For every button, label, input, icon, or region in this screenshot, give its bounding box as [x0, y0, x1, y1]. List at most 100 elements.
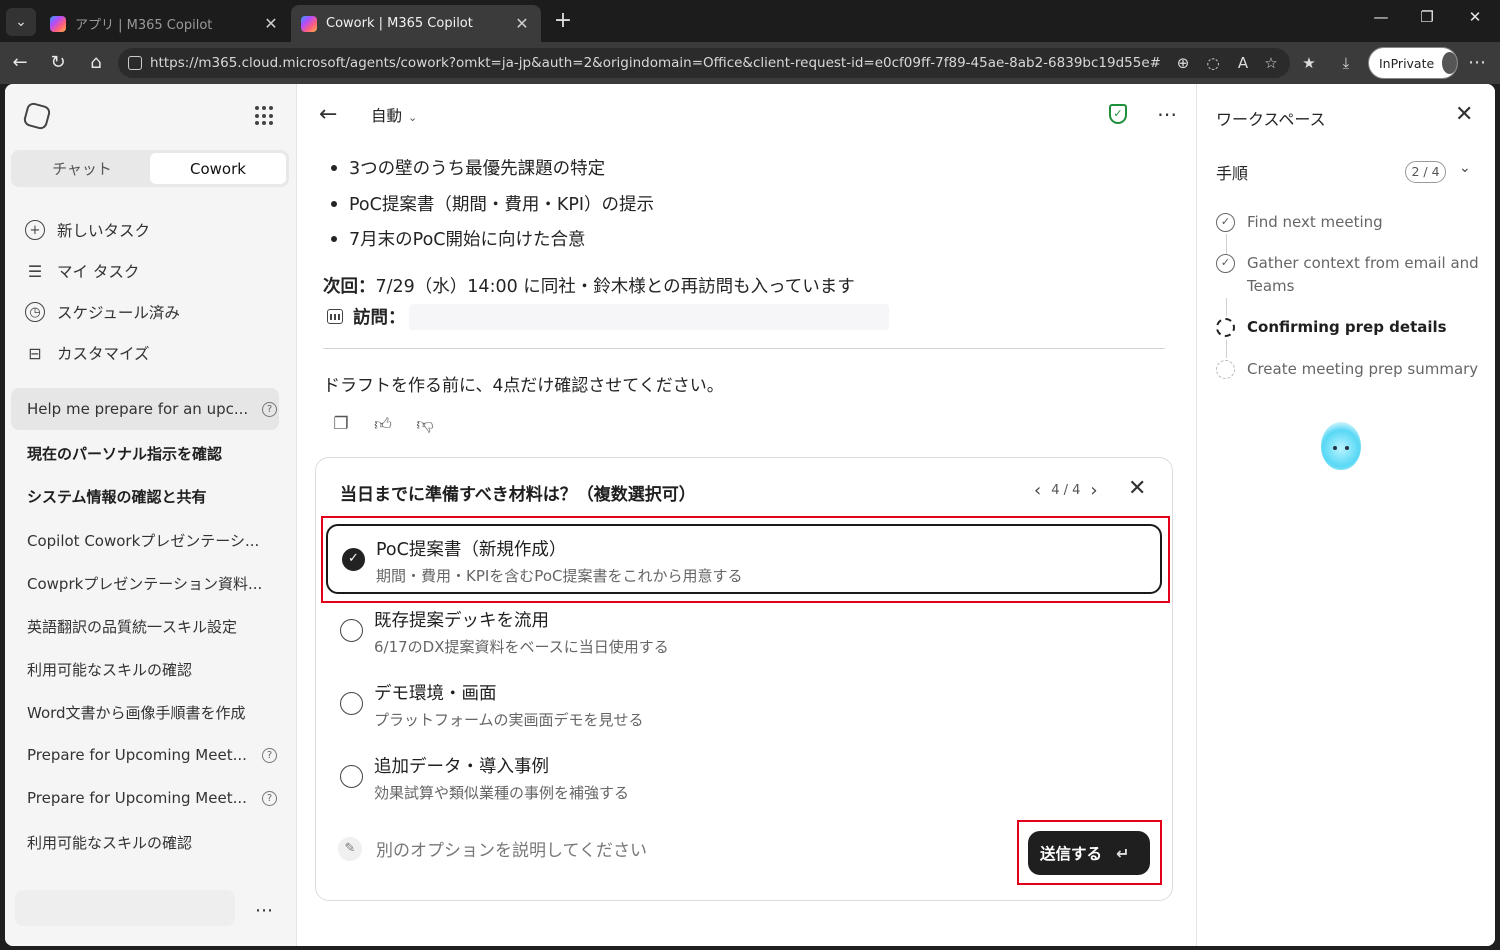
inprivate-label: InPrivate: [1379, 55, 1435, 71]
plus-circle-icon: +: [25, 220, 45, 240]
favorite-star-icon[interactable]: ☆: [1260, 52, 1282, 74]
radio-icon[interactable]: [340, 765, 363, 788]
browser-more-icon[interactable]: ⋯: [1468, 52, 1486, 73]
option-desc: プラットフォームの実画面デモを見せる: [374, 711, 644, 729]
nav-new-task[interactable]: + 新しいタスク: [25, 218, 150, 242]
step-item: ✓ Find next meeting: [1216, 211, 1486, 234]
next-visit-text: 7/29（水）14:00 に同社・鈴木様との再訪問も入っています: [375, 277, 855, 297]
history-item[interactable]: Word文書から画像手順書を作成: [27, 702, 277, 723]
visit-label: 訪問：: [353, 308, 406, 328]
step-connector: [1226, 298, 1227, 316]
tab-title: Cowork | M365 Copilot: [326, 16, 473, 31]
option-additional-data[interactable]: 追加データ・導入事例 効果試算や類似業種の事例を補強する: [326, 743, 1162, 813]
radio-icon[interactable]: [340, 619, 363, 642]
toolbox-icon: ⊟: [28, 343, 42, 363]
thumbs-up-icon[interactable]: 👍︎: [373, 414, 393, 435]
back-icon[interactable]: ←: [8, 52, 32, 74]
mode-chat-tab[interactable]: チャット: [14, 153, 150, 184]
url-text: https://m365.cloud.microsoft/agents/cowo…: [150, 55, 1160, 71]
nav-label: カスタマイズ: [57, 345, 150, 363]
nav-customize[interactable]: ⊟ カスタマイズ: [25, 341, 150, 365]
nav-my-tasks[interactable]: ☰ マイ タスク: [25, 259, 140, 283]
history-item[interactable]: 現在のパーソナル指示を確認: [27, 443, 277, 464]
history-item[interactable]: Prepare for Upcoming Meet... ?: [27, 746, 277, 764]
restore-window-icon[interactable]: ❐: [1412, 8, 1442, 26]
option-title: デモ環境・画面: [374, 684, 497, 704]
history-item[interactable]: Cowprkプレゼンテーション資料...: [27, 573, 277, 594]
copy-icon[interactable]: ❐: [331, 414, 351, 435]
zoom-icon[interactable]: ⊕: [1172, 52, 1194, 74]
history-item[interactable]: Prepare for Upcoming Meet... ?: [27, 789, 277, 807]
pencil-icon: ✎: [338, 836, 362, 861]
radio-icon[interactable]: [340, 692, 363, 715]
home-icon[interactable]: ⌂: [84, 52, 108, 74]
history-item[interactable]: Copilot Coworkプレゼンテーシ...: [27, 530, 277, 551]
tracking-prevention-icon[interactable]: ◌: [1202, 52, 1224, 74]
mode-dropdown[interactable]: 自動 ⌄: [371, 104, 417, 126]
refresh-icon[interactable]: ↻: [46, 52, 70, 74]
pending-circle-icon: [1216, 360, 1235, 379]
chevron-down-icon: ⌄: [408, 111, 418, 124]
other-option-placeholder: 別のオプションを説明してください: [376, 841, 647, 861]
option-desc: 6/17のDX提案資料をベースに当日使用する: [374, 638, 669, 656]
copilot-favicon-icon: [301, 15, 317, 32]
new-tab-plus-icon[interactable]: +: [550, 8, 576, 33]
step-item: Create meeting prep summary: [1216, 358, 1486, 381]
option-existing-deck[interactable]: 既存提案デッキを流用 6/17のDX提案資料をベースに当日使用する: [326, 597, 1162, 667]
step-connector: [1226, 234, 1227, 254]
app-launcher-icon[interactable]: [255, 106, 275, 126]
main-more-icon[interactable]: ⋯: [1157, 102, 1177, 126]
favorites-list-icon[interactable]: ★: [1298, 52, 1320, 74]
mode-cowork-tab[interactable]: Cowork: [150, 153, 286, 184]
step-item: ✓ Gather context from email and Teams: [1216, 252, 1486, 298]
minimize-icon[interactable]: —: [1366, 8, 1396, 26]
close-workspace-icon[interactable]: ✕: [1455, 102, 1473, 127]
copilot-logo-icon[interactable]: [22, 101, 52, 131]
highlight-box-option: [321, 516, 1170, 603]
history-item[interactable]: Help me prepare for an upc... ?: [27, 400, 277, 418]
highlight-box-submit: [1017, 820, 1162, 885]
visit-line: 訪問：: [327, 304, 406, 329]
next-visit-label: 次回：: [323, 277, 376, 297]
step-item-active: Confirming prep details: [1216, 316, 1486, 339]
profile-avatar: [1442, 52, 1457, 74]
close-window-icon[interactable]: ✕: [1460, 8, 1490, 26]
steps-title: 手順: [1216, 164, 1249, 183]
nav-label: 新しいタスク: [57, 222, 151, 240]
other-option-input[interactable]: ✎ 別のオプションを説明してください: [338, 836, 647, 861]
site-info-icon[interactable]: [128, 56, 142, 70]
steps-count-badge: 2 / 4: [1405, 161, 1446, 183]
help-icon: ?: [262, 790, 277, 806]
workspace-title: ワークスペース: [1216, 110, 1326, 129]
history-item[interactable]: 利用可能なスキルの確認: [27, 659, 277, 680]
history-item[interactable]: 英語翻訳の品質統一スキル設定: [27, 616, 277, 637]
chevron-right-icon[interactable]: ›: [1090, 480, 1097, 501]
history-item[interactable]: 利用可能なスキルの確認: [27, 832, 277, 853]
tab-actions-chevron-icon[interactable]: ⌄: [6, 8, 36, 36]
inprivate-badge[interactable]: InPrivate: [1368, 47, 1458, 79]
nav-scheduled[interactable]: ◷ スケジュール済み: [25, 300, 180, 324]
browser-tab-apps[interactable]: アプリ | M365 Copilot ✕: [40, 5, 290, 42]
check-circle-icon: ✓: [1216, 213, 1235, 232]
browser-address-bar: ← ↻ ⌂ https://m365.cloud.microsoft/agent…: [0, 42, 1500, 84]
option-demo-env[interactable]: デモ環境・画面 プラットフォームの実画面デモを見せる: [326, 670, 1162, 740]
download-icon[interactable]: ⤓: [1335, 52, 1357, 74]
shield-check-icon[interactable]: ✓: [1109, 104, 1127, 124]
bullet-item: PoC提案書（期間・費用・KPI）の提示: [331, 191, 654, 216]
steps-collapse-chevron-icon[interactable]: ⌄: [1459, 160, 1471, 176]
option-title: 既存提案デッキを流用: [374, 611, 549, 631]
back-arrow-icon[interactable]: ←: [319, 102, 337, 127]
sidebar-more-icon[interactable]: ⋯: [255, 900, 274, 921]
close-tab-icon[interactable]: ✕: [262, 14, 280, 33]
option-desc: 効果試算や類似業種の事例を補強する: [374, 784, 630, 802]
account-area[interactable]: [15, 890, 235, 926]
help-icon: ?: [262, 401, 277, 417]
thumbs-down-icon[interactable]: 👎︎: [415, 414, 435, 435]
url-field[interactable]: https://m365.cloud.microsoft/agents/cowo…: [118, 48, 1290, 78]
close-question-icon[interactable]: ✕: [1128, 476, 1146, 501]
history-item[interactable]: システム情報の確認と共有: [27, 486, 277, 507]
chevron-left-icon[interactable]: ‹: [1034, 480, 1041, 501]
read-aloud-icon[interactable]: A: [1232, 52, 1254, 74]
close-tab-icon[interactable]: ✕: [513, 14, 531, 33]
browser-tab-cowork[interactable]: Cowork | M365 Copilot ✕: [291, 5, 541, 42]
